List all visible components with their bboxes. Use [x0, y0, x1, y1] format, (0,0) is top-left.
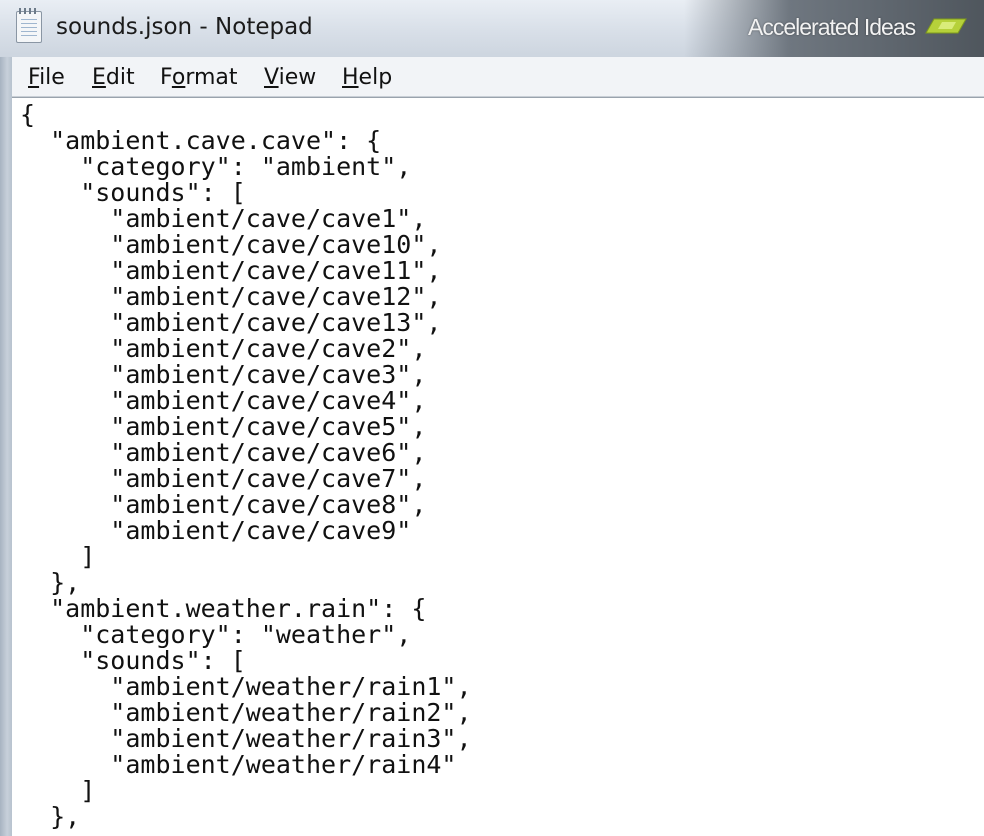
- editor-line: "category": "weather",: [20, 620, 412, 649]
- editor-line: "ambient/cave/cave2",: [20, 334, 427, 363]
- watermark-text: Accelerated Ideas: [748, 14, 916, 40]
- editor-line: "ambient/cave/cave3",: [20, 360, 427, 389]
- window-title: sounds.json - Notepad: [56, 14, 313, 40]
- editor-line: "ambient/cave/cave10",: [20, 230, 442, 259]
- editor-line: {: [20, 100, 36, 129]
- editor-line: "ambient/cave/cave1",: [20, 204, 427, 233]
- editor-line: "sounds": [: [20, 646, 246, 675]
- editor-line: "ambient/cave/cave6",: [20, 438, 427, 467]
- editor-line: "ambient/cave/cave8",: [20, 490, 427, 519]
- accelerated-ideas-logo: [925, 18, 967, 34]
- editor-line: "category": "ambient",: [20, 152, 412, 181]
- editor-line: ]: [20, 776, 96, 805]
- editor-line: "ambient/weather/rain4": [20, 750, 457, 779]
- editor-line: },: [20, 568, 81, 597]
- editor-line: "ambient.cave.cave": {: [20, 126, 382, 155]
- editor-line: ]: [20, 542, 96, 571]
- editor-line: "ambient/cave/cave4",: [20, 386, 427, 415]
- editor-line: "ambient/cave/cave5",: [20, 412, 427, 441]
- editor-line: "ambient/cave/cave11",: [20, 256, 442, 285]
- editor-line: "ambient.weather.rain": {: [20, 594, 427, 623]
- menu-view[interactable]: View: [264, 65, 316, 90]
- editor-line: },: [20, 802, 81, 831]
- title-bar[interactable]: sounds.json - Notepad Accelerated Ideas: [0, 0, 984, 57]
- editor-line: "ambient/weather/rain1",: [20, 672, 472, 701]
- editor-line: "sounds": [: [20, 178, 246, 207]
- editor-line: "ambient/cave/cave13",: [20, 308, 442, 337]
- notepad-icon[interactable]: [16, 8, 42, 43]
- editor-line: "ambient/cave/cave9": [20, 516, 412, 545]
- menu-edit[interactable]: Edit: [92, 65, 135, 90]
- menu-format[interactable]: Format: [160, 65, 238, 90]
- notepad-window: sounds.json - Notepad Accelerated Ideas …: [0, 0, 984, 836]
- editor-line: "ambient/cave/cave12",: [20, 282, 442, 311]
- editor-line: "ambient/cave/cave7",: [20, 464, 427, 493]
- window-frame-left: [0, 57, 12, 836]
- editor-line: "ambient/weather/rain2",: [20, 698, 472, 727]
- menu-file[interactable]: File: [28, 65, 65, 90]
- editor-line: "ambient/weather/rain3",: [20, 724, 472, 753]
- text-editor[interactable]: { "ambient.cave.cave": { "category": "am…: [12, 97, 984, 836]
- menu-help[interactable]: Help: [342, 65, 392, 90]
- menu-bar: File Edit Format View Help: [12, 57, 984, 97]
